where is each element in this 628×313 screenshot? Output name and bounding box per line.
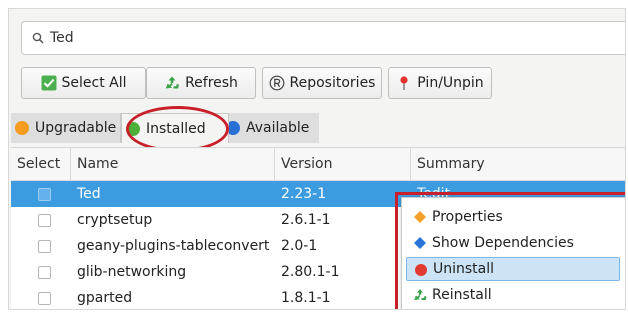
menu-item-label: Properties: [432, 209, 503, 225]
pin-icon: [400, 76, 408, 90]
app-window: Ted Select All Refresh Repositories Pin/…: [8, 8, 626, 310]
menu-item-show-dependencies[interactable]: Show Dependencies: [406, 231, 620, 255]
tab-available-label: Available: [246, 120, 310, 136]
tab-available[interactable]: Available: [222, 113, 319, 143]
refresh-icon: [165, 76, 179, 89]
refresh-label: Refresh: [185, 75, 238, 91]
package-name: cryptsetup: [77, 212, 153, 228]
package-version: 2.0-1: [281, 238, 318, 254]
menu-item-reinstall[interactable]: Reinstall: [406, 283, 620, 307]
select-all-button[interactable]: Select All: [21, 67, 146, 99]
row-checkbox[interactable]: [37, 213, 51, 227]
tab-bar: Upgradable Available Installed: [9, 113, 329, 143]
package-version: 2.80.1-1: [281, 264, 340, 280]
checkmark-icon: [41, 75, 56, 91]
package-version: 1.8.1-1: [281, 290, 331, 306]
package-name: Ted: [77, 186, 101, 202]
row-checkbox[interactable]: [37, 265, 51, 279]
row-checkbox[interactable]: [37, 291, 51, 305]
menu-item-label: Show Dependencies: [432, 235, 574, 251]
column-header-summary[interactable]: Summary: [411, 148, 625, 180]
package-name: gparted: [77, 290, 133, 306]
repositories-label: Repositories: [289, 75, 376, 91]
context-menu: Properties Show Dependencies Uninstall R…: [401, 197, 625, 309]
green-dot-icon: [126, 121, 140, 136]
orange-dot-icon: [15, 121, 29, 135]
package-name: glib-networking: [77, 264, 187, 280]
table-header: Select Name Version Summary: [11, 148, 625, 181]
package-name: geany-plugins-tableconvert: [77, 238, 270, 254]
search-icon: [32, 32, 44, 44]
package-version: 2.23-1: [281, 186, 327, 202]
diamond-orange-icon: [414, 211, 426, 223]
red-circle-icon: [415, 264, 427, 276]
column-header-select[interactable]: Select: [11, 148, 71, 180]
refresh-button[interactable]: Refresh: [146, 67, 256, 99]
menu-item-label: Uninstall: [433, 261, 495, 277]
row-checkbox[interactable]: [37, 239, 51, 253]
menu-item-label: Reinstall: [432, 287, 492, 303]
select-all-label: Select All: [61, 75, 127, 91]
repositories-button[interactable]: Repositories: [262, 67, 382, 99]
tab-installed-label: Installed: [146, 120, 206, 137]
pin-unpin-button[interactable]: Pin/Unpin: [388, 67, 492, 99]
tab-upgradable-label: Upgradable: [35, 120, 117, 136]
recycle-icon: [414, 289, 427, 300]
search-input[interactable]: Ted: [21, 21, 625, 55]
package-version: 2.6.1-1: [281, 212, 331, 228]
diamond-blue-icon: [414, 237, 426, 249]
tab-upgradable[interactable]: Upgradable: [11, 113, 121, 143]
row-checkbox[interactable]: [37, 187, 51, 201]
menu-item-properties[interactable]: Properties: [406, 205, 620, 229]
registered-icon: [269, 75, 284, 91]
menu-item-uninstall[interactable]: Uninstall: [406, 257, 620, 281]
pin-unpin-label: Pin/Unpin: [417, 75, 484, 91]
column-header-version[interactable]: Version: [275, 148, 411, 180]
search-value: Ted: [50, 30, 74, 46]
column-header-name[interactable]: Name: [71, 148, 275, 180]
tab-installed[interactable]: Installed: [121, 113, 229, 143]
